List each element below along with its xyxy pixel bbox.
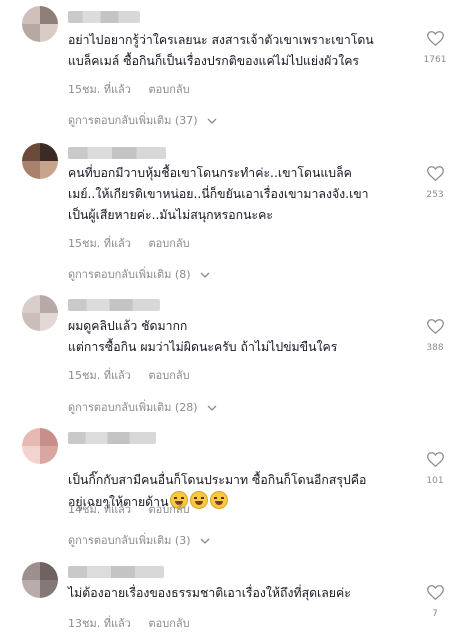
avatar-pixel bbox=[22, 161, 40, 179]
avatar-pixel bbox=[40, 161, 58, 179]
like-count: 7 bbox=[432, 609, 438, 619]
comment-text: ผมดูคลิปแล้ว ชัดมากก แต่การซื้อกิน ผมว่า… bbox=[68, 319, 338, 354]
reply-button[interactable]: ตอบกลับ bbox=[148, 237, 189, 250]
like-count: 101 bbox=[426, 476, 444, 486]
comment-text: ไม่ต้องอายเรื่องของธรรมชาติเอาเรื่องให้ถ… bbox=[68, 586, 351, 600]
heart-icon bbox=[426, 319, 444, 334]
avatar[interactable] bbox=[22, 428, 58, 464]
like-count: 253 bbox=[426, 190, 444, 200]
like-button[interactable]: 7 bbox=[420, 585, 450, 619]
chevron-down-icon bbox=[207, 405, 217, 411]
comment-meta: 15ชม. ที่แล้ว ตอบกลับ bbox=[68, 234, 190, 252]
heart-icon bbox=[426, 31, 444, 46]
laughing-emoji-icon bbox=[210, 491, 229, 509]
avatar[interactable] bbox=[22, 562, 58, 598]
view-more-replies-label: ดูการตอบกลับเพิ่มเติม (3) bbox=[68, 534, 191, 547]
avatar-pixel bbox=[22, 428, 40, 446]
view-more-replies-label: ดูการตอบกลับเพิ่มเติม (37) bbox=[68, 114, 198, 127]
comment-time: 15ชม. ที่แล้ว bbox=[68, 83, 131, 96]
username[interactable] bbox=[68, 566, 164, 578]
heart-icon bbox=[426, 166, 444, 181]
username[interactable] bbox=[68, 299, 160, 311]
comment-text: อย่าไปอยากรู้ว่าใครเลยนะ สงสารเจ้าตัวเขา… bbox=[68, 33, 374, 68]
avatar-pixel bbox=[40, 562, 58, 580]
like-button[interactable]: 101 bbox=[420, 452, 450, 486]
view-more-replies[interactable]: ดูการตอบกลับเพิ่มเติม (3) bbox=[68, 531, 210, 549]
avatar-pixel bbox=[22, 580, 40, 598]
avatar-pixel bbox=[22, 446, 40, 464]
like-button[interactable]: 1761 bbox=[420, 31, 450, 65]
comment-meta: 15ชม. ที่แล้ว ตอบกลับ bbox=[68, 80, 190, 98]
comment-time: 15ชม. ที่แล้ว bbox=[68, 237, 131, 250]
avatar-pixel bbox=[40, 6, 58, 24]
avatar-pixel bbox=[40, 295, 58, 313]
reply-button[interactable]: ตอบกลับ bbox=[148, 83, 189, 96]
avatar-pixel bbox=[40, 313, 58, 331]
like-button[interactable]: 253 bbox=[420, 166, 450, 200]
avatar-pixel bbox=[22, 295, 40, 313]
chevron-down-icon bbox=[207, 118, 217, 124]
heart-icon bbox=[426, 585, 444, 600]
avatar[interactable] bbox=[22, 295, 58, 331]
avatar-pixel bbox=[22, 6, 40, 24]
view-more-replies-label: ดูการตอบกลับเพิ่มเติม (8) bbox=[68, 268, 191, 281]
avatar-pixel bbox=[40, 143, 58, 161]
comment-time: 14ชม. ที่แล้ว bbox=[68, 503, 131, 516]
avatar-pixel bbox=[40, 428, 58, 446]
view-more-replies[interactable]: ดูการตอบกลับเพิ่มเติม (8) bbox=[68, 265, 210, 283]
username[interactable] bbox=[68, 432, 156, 444]
avatar[interactable] bbox=[22, 143, 58, 179]
comment-time: 15ชม. ที่แล้ว bbox=[68, 369, 131, 382]
chevron-down-icon bbox=[200, 272, 210, 278]
comment-meta: 13ชม. ที่แล้ว ตอบกลับ bbox=[68, 614, 190, 632]
comment-time: 13ชม. ที่แล้ว bbox=[68, 617, 131, 630]
chevron-down-icon bbox=[200, 538, 210, 544]
reply-button[interactable]: ตอบกลับ bbox=[148, 369, 189, 382]
avatar-pixel bbox=[22, 562, 40, 580]
comment-meta: 15ชม. ที่แล้ว ตอบกลับ bbox=[68, 366, 190, 384]
username[interactable] bbox=[68, 11, 140, 23]
avatar-pixel bbox=[22, 143, 40, 161]
like-count: 1761 bbox=[423, 55, 447, 65]
like-count: 388 bbox=[426, 343, 444, 353]
avatar-pixel bbox=[22, 313, 40, 331]
reply-button[interactable]: ตอบกลับ bbox=[148, 617, 189, 630]
laughing-emoji-icon bbox=[190, 491, 209, 509]
comment-text: คนที่บอกมีวาบหุ้มชื้อเขาโดนกระทำค่ะ..เขา… bbox=[68, 166, 369, 222]
reply-button[interactable]: ตอบกลับ bbox=[148, 503, 189, 516]
avatar-pixel bbox=[40, 24, 58, 42]
avatar[interactable] bbox=[22, 6, 58, 42]
view-more-replies-label: ดูการตอบกลับเพิ่มเติม (28) bbox=[68, 401, 198, 414]
username[interactable] bbox=[68, 147, 166, 159]
view-more-replies[interactable]: ดูการตอบกลับเพิ่มเติม (37) bbox=[68, 111, 217, 129]
avatar-pixel bbox=[40, 580, 58, 598]
avatar-pixel bbox=[22, 24, 40, 42]
heart-icon bbox=[426, 452, 444, 467]
view-more-replies[interactable]: ดูการตอบกลับเพิ่มเติม (28) bbox=[68, 398, 217, 416]
like-button[interactable]: 388 bbox=[420, 319, 450, 353]
avatar-pixel bbox=[40, 446, 58, 464]
comment-meta: 14ชม. ที่แล้ว ตอบกลับ bbox=[68, 500, 190, 518]
